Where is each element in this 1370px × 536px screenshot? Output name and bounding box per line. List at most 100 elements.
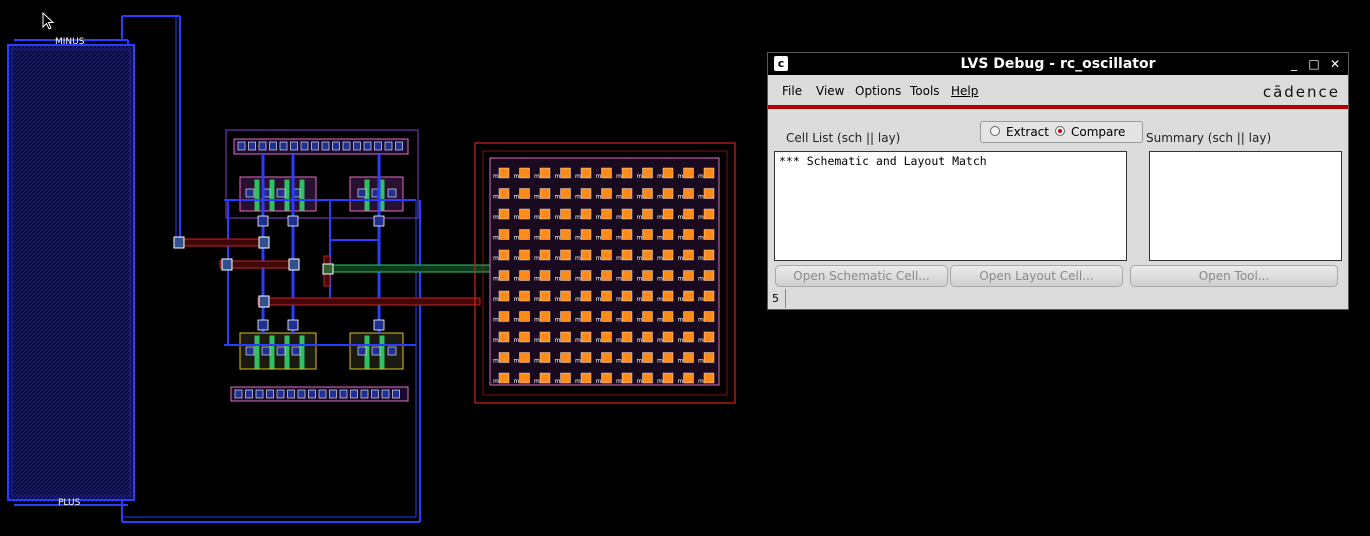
capacitor-cell [683, 208, 694, 220]
capacitor-cell-label: m [534, 276, 540, 283]
contact [290, 141, 298, 151]
capacitor-cell [642, 208, 653, 220]
capacitor-cell-label: m [575, 173, 581, 180]
capacitor-cell [580, 270, 592, 281]
capacitor-cell-label: m [555, 296, 561, 303]
capacitor-cell-label: m [698, 194, 704, 201]
capacitor-cell-label: m [534, 317, 540, 324]
via [258, 236, 270, 249]
capacitor-cell [683, 270, 694, 281]
capacitor-cell-label: m [596, 358, 602, 365]
capacitor-cell-label: m [657, 317, 663, 324]
capacitor-cell [642, 249, 653, 261]
capacitor-cell-label: m [637, 173, 643, 180]
capacitor-cell [621, 188, 633, 199]
capacitor-cell-label: m [596, 378, 602, 385]
capacitor-cell-label: m [637, 194, 643, 201]
capacitor-cell-label: m [514, 214, 520, 221]
open-schematic-cell-button[interactable]: Open Schematic Cell... [775, 265, 948, 287]
via [257, 319, 269, 331]
capacitor-cell [642, 229, 653, 240]
contact [392, 389, 400, 399]
menu-view[interactable]: View [816, 84, 844, 98]
capacitor-cell-label: m [534, 337, 540, 344]
contact [318, 389, 327, 399]
capacitor-cell-label: m [698, 317, 704, 324]
capacitor-cell-label: m [637, 235, 643, 242]
via [258, 295, 270, 308]
menu-tools[interactable]: Tools [910, 84, 940, 98]
capacitor-cell [498, 167, 510, 179]
cell-list-box[interactable]: *** Schematic and Layout Match [774, 151, 1127, 261]
contact [308, 389, 316, 399]
via [173, 236, 185, 249]
capacitor-cell-label: m [657, 235, 663, 242]
capacitor-cell-label: m [678, 214, 684, 221]
contact [297, 389, 306, 399]
capacitor-cell [539, 270, 551, 281]
cell-list-item[interactable]: *** Schematic and Layout Match [779, 154, 987, 168]
capacitor-cell-label: m [514, 255, 520, 262]
menu-file[interactable]: File [782, 84, 802, 98]
capacitor-cell-label: m [534, 378, 540, 385]
maximize-icon[interactable]: □ [1306, 56, 1322, 72]
capacitor-cell-label: m [493, 276, 499, 283]
capacitor-cell [642, 352, 653, 363]
capacitor-cell-label: m [698, 235, 704, 242]
contact [339, 389, 348, 399]
capacitor-cell-label: m [555, 235, 561, 242]
capacitor-cell [601, 167, 612, 179]
menu-help[interactable]: Help [951, 84, 978, 98]
contact [287, 389, 295, 399]
capacitor-cell [662, 331, 674, 343]
contact [384, 141, 393, 151]
contact [387, 188, 397, 198]
capacitor-cell [601, 372, 612, 384]
capacitor-cell-label: m [534, 214, 540, 221]
capacitor-cell-label: m [657, 337, 663, 344]
menu-options[interactable]: Options [855, 84, 901, 98]
capacitor-cell-label: m [637, 337, 643, 344]
net-highlight [323, 264, 495, 273]
capacitor-cell-label: m [616, 317, 622, 324]
contact [357, 188, 367, 198]
contact [276, 188, 286, 198]
capacitor-cell [519, 331, 530, 343]
capacitor-cell-label: m [616, 337, 622, 344]
capacitor-cell [621, 249, 633, 261]
capacitor-cell [519, 270, 530, 281]
capacitor-cell [560, 352, 571, 363]
summary-box[interactable] [1149, 151, 1342, 261]
contact [332, 141, 340, 151]
capacitor-cell-label: m [657, 378, 663, 385]
capacitor-cell [601, 331, 612, 343]
capacitor-cell-label: m [534, 255, 540, 262]
contact [329, 389, 337, 399]
open-tool-button[interactable]: Open Tool... [1130, 265, 1338, 287]
capacitor-cell-label: m [678, 378, 684, 385]
capacitor-cell [539, 188, 551, 199]
capacitor-cell [621, 229, 633, 240]
pin-label-minus: MINUS [55, 37, 85, 47]
capacitor-cell [498, 290, 510, 302]
capacitor-cell-label: m [596, 317, 602, 324]
capacitor-cell [601, 311, 612, 322]
summary-label: Summary (sch || lay) [1146, 131, 1272, 145]
close-icon[interactable]: ✕ [1327, 56, 1343, 72]
extract-radio[interactable] [990, 126, 1000, 136]
compare-radio[interactable] [1055, 126, 1065, 136]
extract-radio-label[interactable]: Extract [1006, 125, 1049, 139]
capacitor-cell-label: m [698, 358, 704, 365]
capacitor-cell [498, 229, 510, 240]
compare-radio-label[interactable]: Compare [1071, 125, 1125, 139]
capacitor-cell-label: m [698, 378, 704, 385]
contact [371, 346, 381, 356]
title-bar[interactable]: c LVS Debug - rc_oscillator _ □ ✕ [768, 53, 1348, 75]
minimize-icon[interactable]: _ [1286, 56, 1302, 72]
capacitor-cell [580, 352, 592, 363]
capacitor-cell-label: m [616, 214, 622, 221]
menu-bar: File View Options Tools Help cādence [768, 75, 1348, 105]
open-layout-cell-button[interactable]: Open Layout Cell... [950, 265, 1123, 287]
capacitor-cell-label: m [678, 317, 684, 324]
capacitor-cell [621, 270, 633, 281]
